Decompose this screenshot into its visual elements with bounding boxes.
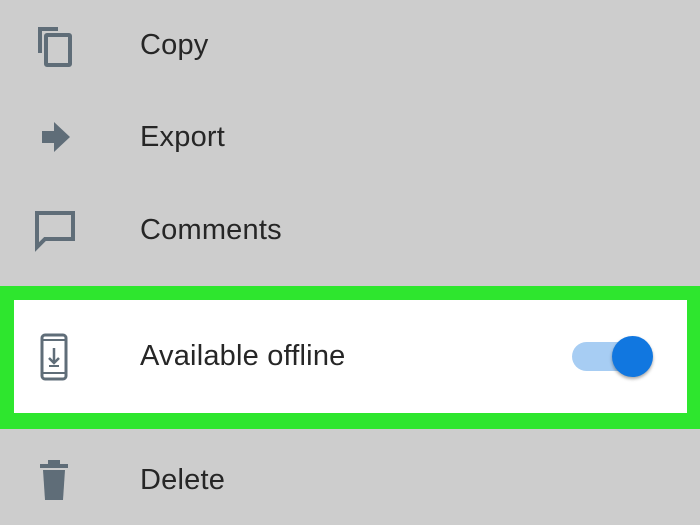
comment-icon [30, 206, 78, 254]
menu-item-copy[interactable]: Copy [0, 0, 700, 90]
menu-item-label: Comments [140, 213, 282, 246]
menu-item-export[interactable]: Export [0, 92, 700, 182]
menu-item-label: Available offline [140, 340, 346, 372]
trash-icon [30, 456, 78, 504]
menu-item-label: Delete [140, 463, 226, 496]
menu-item-delete[interactable]: Delete [0, 435, 700, 525]
offline-toggle-switch[interactable] [572, 336, 654, 378]
toggle-thumb[interactable] [612, 336, 653, 377]
copy-icon [30, 21, 78, 69]
menu-item-label: Export [140, 120, 226, 153]
export-arrow-icon [30, 113, 78, 161]
menu-item-comments[interactable]: Comments [0, 185, 700, 275]
phone-download-icon [30, 333, 78, 381]
overflow-menu: Copy Export Comments Available offline D… [0, 0, 700, 525]
menu-item-available-offline[interactable]: Available offline [14, 300, 687, 413]
menu-item-label: Copy [140, 28, 209, 61]
